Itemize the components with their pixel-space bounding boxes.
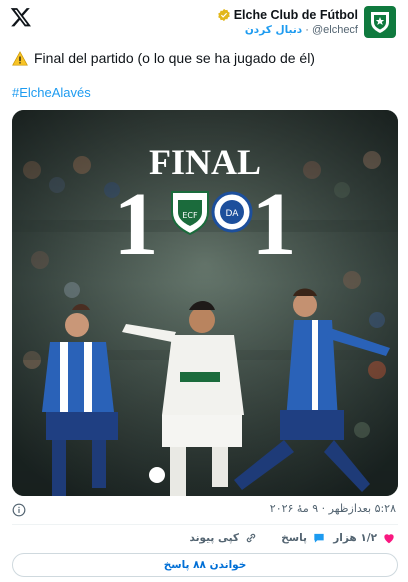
read-replies-button[interactable]: خواندن ۸۸ پاسخ [12,553,398,577]
elche-crest-icon [371,12,389,33]
away-score: 1 [252,175,297,274]
like-button[interactable]: ۱/۲ هزار [333,531,396,545]
hashtag-link[interactable]: #ElcheAlavés [12,85,91,100]
tweet-header: Elche Club de Fútbol دنبال کردن · @elche… [0,0,408,44]
copy-link-button[interactable]: کپی پیوند [190,531,259,545]
svg-text:DA: DA [226,209,240,219]
warning-icon [12,50,28,65]
heart-icon [384,534,394,544]
reply-button[interactable]: پاسخ [281,531,326,545]
separator-dot: · [305,24,309,36]
divider [12,524,398,525]
reply-bubble-icon [314,533,324,543]
link-icon [246,533,256,543]
like-count: ۱/۲ هزار [333,532,377,544]
alaves-crest-icon: DA [211,191,253,233]
copy-link-label: کپی پیوند [189,532,240,544]
author-name-row[interactable]: Elche Club de Fútbol [217,8,358,22]
home-score: 1 [114,175,159,274]
info-icon[interactable] [12,503,26,517]
x-logo-icon[interactable] [10,6,32,28]
follow-link[interactable]: دنبال کردن [245,24,302,36]
timestamp[interactable]: ۵:۲۸ بعدازظهر · ۹ مهٔ ۲۰۲۶ [270,502,396,515]
author-display-name: Elche Club de Fútbol [233,8,358,22]
author-handle[interactable]: @elchecf [312,24,358,36]
action-bar: ۱/۲ هزار پاسخ کپی پیوند [0,531,408,549]
avatar[interactable] [364,6,396,38]
tweet-text: Final del partido (o lo que se ha jugado… [34,50,315,66]
tweet-image[interactable]: FINAL 1 1 ECF DA [12,110,398,496]
tweet-body: Final del partido (o lo que se ha jugado… [12,50,315,66]
verified-badge-icon [217,8,230,22]
svg-text:ECF: ECF [182,211,198,220]
match-photo: FINAL 1 1 ECF DA [12,110,398,496]
ball-icon [149,467,165,483]
final-label: FINAL [149,142,261,182]
reply-label: پاسخ [281,532,307,544]
tweet-card: Elche Club de Fútbol دنبال کردن · @elche… [0,0,408,582]
author-handle-row: دنبال کردن · @elchecf [245,24,358,36]
